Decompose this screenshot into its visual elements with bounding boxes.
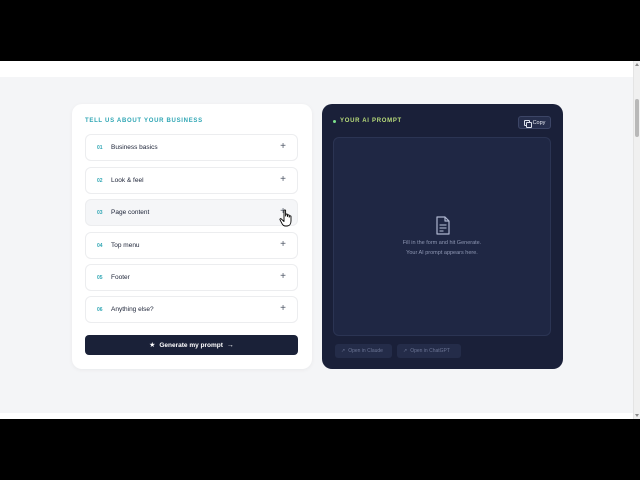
section-look-and-feel[interactable]: 02 Look & feel + [85,167,298,194]
section-number: 04 [97,243,103,249]
external-link-icon: ↗ [403,348,408,354]
prompt-heading: YOUR AI PROMPT [340,118,402,124]
page-viewport: TELL US ABOUT YOUR BUSINESS 01 Business … [0,61,640,419]
section-label: Look & feel [111,177,144,184]
section-number: 01 [97,145,103,151]
section-label: Business basics [111,144,158,151]
section-top-menu[interactable]: 04 Top menu + [85,232,298,259]
plus-icon[interactable]: + [280,141,286,153]
plus-icon[interactable]: + [280,271,286,283]
section-label: Page content [111,209,150,216]
plus-icon[interactable]: + [280,174,286,186]
empty-state-line-1: Fill in the form and hit Generate. [402,240,482,246]
section-label: Top menu [111,242,140,249]
hand-pointer-cursor-icon [279,209,292,227]
document-icon [436,216,450,235]
scrollbar-thumb[interactable] [635,99,639,137]
scroll-down-icon[interactable] [635,414,639,417]
scroll-up-icon[interactable] [635,63,639,66]
top-band [0,61,633,77]
prompt-heading-row: YOUR AI PROMPT [333,118,402,124]
section-page-content[interactable]: 03 Page content + [85,199,298,226]
section-number: 02 [97,178,103,184]
open-claude-label: Open in Claude [348,348,383,354]
prompt-output-area[interactable]: Fill in the form and hit Generate. Your … [333,137,551,336]
open-in-claude-button[interactable]: ↗ Open in Claude [335,344,392,358]
section-number: 05 [97,275,103,281]
arrow-right-icon: → [226,341,234,349]
section-business-basics[interactable]: 01 Business basics + [85,134,298,161]
external-link-icon: ↗ [341,348,346,354]
section-label: Anything else? [111,306,154,313]
star-icon: ★ [149,342,156,349]
section-footer[interactable]: 05 Footer + [85,264,298,291]
copy-button-label: Copy [532,119,546,126]
open-in-chatgpt-button[interactable]: ↗ Open in ChatGPT [397,344,461,358]
copy-button[interactable]: Copy [518,116,551,129]
business-form-card: TELL US ABOUT YOUR BUSINESS 01 Business … [72,104,312,369]
form-heading: TELL US ABOUT YOUR BUSINESS [85,118,203,124]
section-anything-else[interactable]: 06 Anything else? + [85,296,298,323]
section-number: 03 [97,210,103,216]
copy-icon [523,119,532,128]
section-number: 06 [97,307,103,313]
plus-icon[interactable]: + [280,303,286,315]
plus-icon[interactable]: + [280,239,286,251]
generate-button-label: Generate my prompt [159,341,223,349]
open-chatgpt-label: Open in ChatGPT [410,348,450,354]
empty-state-line-2: Your AI prompt appears here. [406,250,478,256]
generate-prompt-button[interactable]: ★ Generate my prompt → [85,335,298,355]
section-label: Footer [111,274,130,281]
page-scrollbar[interactable] [633,61,640,419]
status-dot-icon [333,119,336,123]
ai-prompt-card: YOUR AI PROMPT Copy Fill in the form and… [322,104,563,369]
bottom-band [0,413,633,419]
